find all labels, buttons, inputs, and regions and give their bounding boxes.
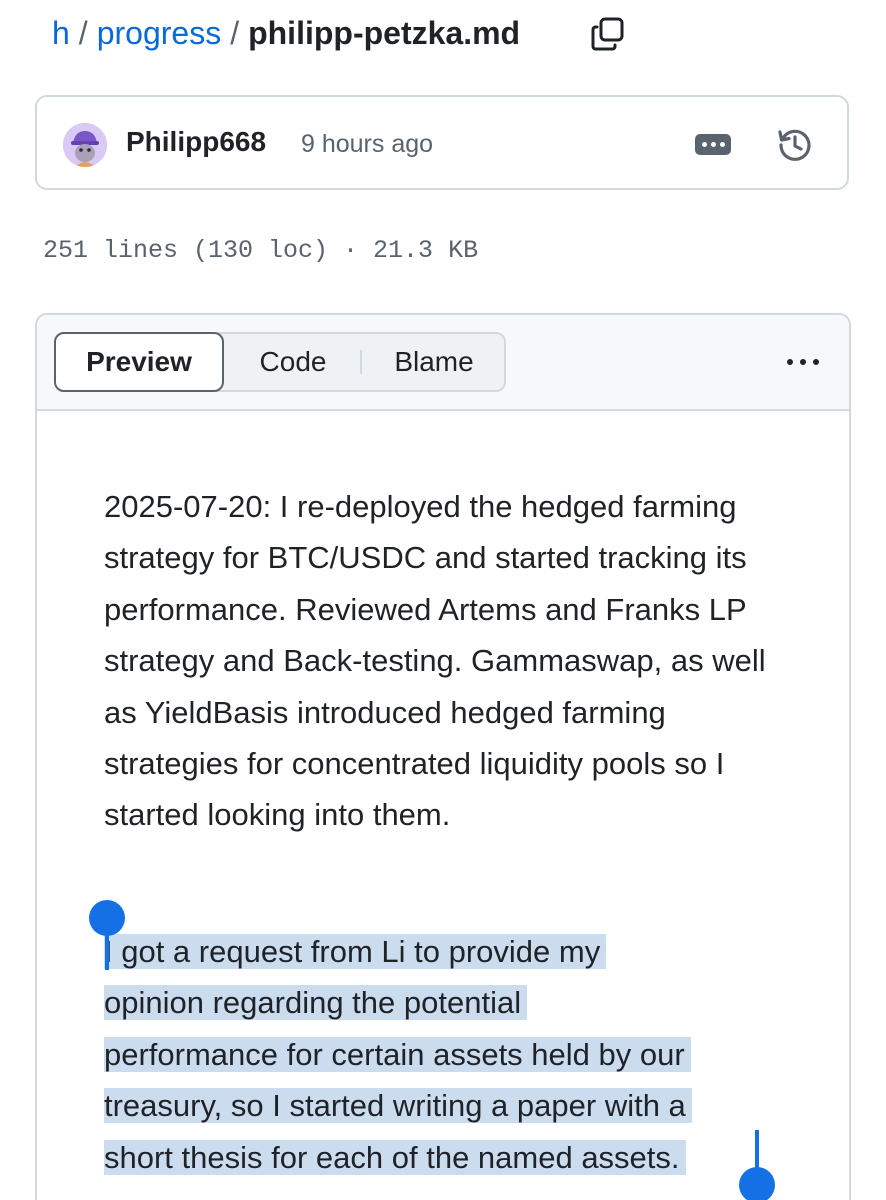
tab-preview[interactable]: Preview: [54, 332, 224, 392]
tab-code[interactable]: Code: [224, 332, 362, 392]
commit-message-expand-button[interactable]: [695, 134, 731, 155]
latest-commit-box: Philipp668 9 hours ago: [35, 95, 849, 190]
markdown-paragraph: 2025-07-20: I re-deployed the hedged far…: [104, 489, 766, 833]
breadcrumb: h / progress / philipp-petzka.md: [52, 10, 520, 56]
selected-text-line: I got a request from Li to provide my: [104, 934, 607, 969]
breadcrumb-folder-link[interactable]: progress: [97, 15, 222, 52]
kebab-horizontal-icon: [787, 359, 793, 365]
markdown-paragraph-selected: I got a request from Li to provide my op…: [104, 926, 794, 1183]
commit-author-link[interactable]: Philipp668: [126, 126, 266, 158]
selected-text-line: performance for certain assets held by o…: [104, 1036, 691, 1072]
breadcrumb-separator: /: [78, 14, 88, 51]
selection-start-handle[interactable]: [89, 900, 125, 936]
avatar-image: [63, 123, 107, 167]
breadcrumb-root-link[interactable]: h: [52, 15, 70, 52]
breadcrumb-separator: /: [230, 14, 240, 51]
copy-icon: [591, 17, 624, 51]
selection-end-handle[interactable]: [739, 1167, 775, 1200]
selected-text-line: treasury, so I started writing a paper w…: [104, 1088, 692, 1124]
file-view-page: h / progress / philipp-petzka.md Philipp…: [0, 0, 886, 1200]
selected-text-line: short thesis for each of the named asset…: [104, 1139, 686, 1175]
file-options-button[interactable]: [781, 345, 825, 379]
file-info: 251 lines (130 loc) · 21.3 KB: [43, 236, 479, 265]
commit-timestamp[interactable]: 9 hours ago: [301, 130, 433, 159]
file-header: Preview Code Blame: [37, 315, 849, 411]
breadcrumb-current-file: philipp-petzka.md: [248, 14, 521, 51]
selection-end-caret: [755, 1130, 759, 1170]
history-button[interactable]: [775, 125, 815, 165]
avatar[interactable]: [63, 123, 107, 167]
history-icon: [778, 129, 811, 161]
kebab-horizontal-icon: [701, 142, 707, 147]
selection-start-caret: [105, 932, 109, 970]
selected-text-line: opinion regarding the potential: [104, 985, 528, 1021]
copy-path-button[interactable]: [588, 14, 628, 54]
view-mode-toggle: Preview Code Blame: [54, 332, 506, 392]
tab-blame[interactable]: Blame: [362, 332, 506, 392]
